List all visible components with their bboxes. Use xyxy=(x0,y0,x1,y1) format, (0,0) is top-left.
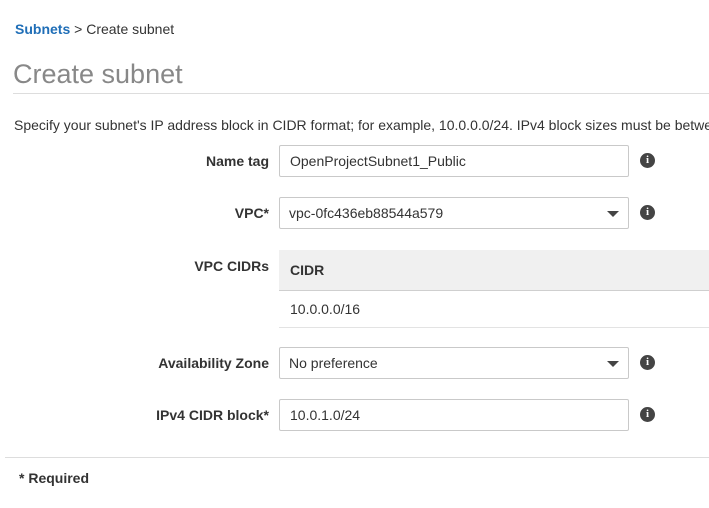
vpc-select-value: vpc-0fc436eb88544a579 xyxy=(289,205,444,221)
cidr-column-header: CIDR xyxy=(290,262,325,278)
page-description: Specify your subnet's IP address block i… xyxy=(14,117,709,133)
vpc-cidrs-label: VPC CIDRs xyxy=(194,258,269,274)
info-icon[interactable]: i xyxy=(640,407,655,422)
footer-divider xyxy=(5,457,709,458)
page-title: Create subnet xyxy=(13,59,183,89)
vpc-select[interactable]: vpc-0fc436eb88544a579 xyxy=(279,197,629,229)
availability-zone-value: No preference xyxy=(289,355,378,371)
availability-zone-select[interactable]: No preference xyxy=(279,347,629,379)
breadcrumb-separator: > xyxy=(70,21,87,37)
breadcrumb-link-subnets[interactable]: Subnets xyxy=(15,21,70,37)
info-icon[interactable]: i xyxy=(640,355,655,370)
ipv4-cidr-label: IPv4 CIDR block* xyxy=(156,407,269,423)
vpc-label: VPC* xyxy=(234,205,269,221)
info-icon[interactable]: i xyxy=(640,153,655,168)
availability-zone-label: Availability Zone xyxy=(158,355,269,371)
breadcrumb-current: Create subnet xyxy=(86,21,175,37)
title-divider xyxy=(13,93,709,94)
cidr-cell: 10.0.0.0/16 xyxy=(290,301,361,317)
table-row: 10.0.0.0/16 xyxy=(279,291,709,328)
info-icon[interactable]: i xyxy=(640,205,655,220)
name-tag-label: Name tag xyxy=(205,153,269,169)
cidr-table-header: CIDR xyxy=(279,250,709,291)
name-tag-input[interactable] xyxy=(279,145,629,177)
breadcrumb: Subnets > Create subnet xyxy=(15,21,174,37)
caret-down-icon xyxy=(607,211,619,217)
ipv4-cidr-input[interactable] xyxy=(279,399,629,431)
caret-down-icon xyxy=(607,361,619,367)
required-note: * Required xyxy=(19,470,90,486)
